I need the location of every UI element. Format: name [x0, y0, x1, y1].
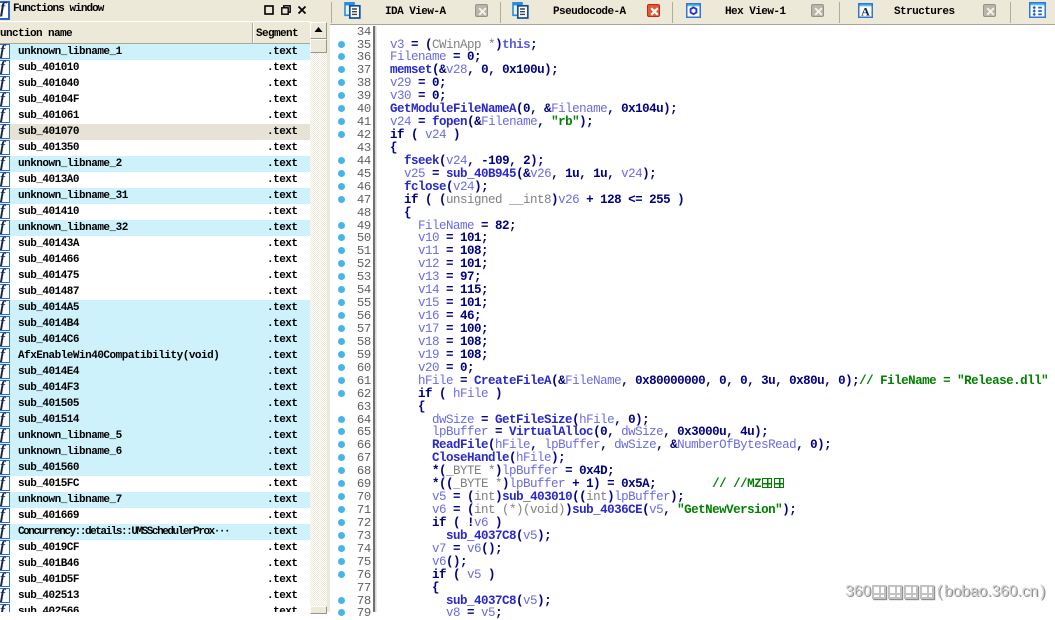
svg-text:A: A: [861, 4, 870, 18]
